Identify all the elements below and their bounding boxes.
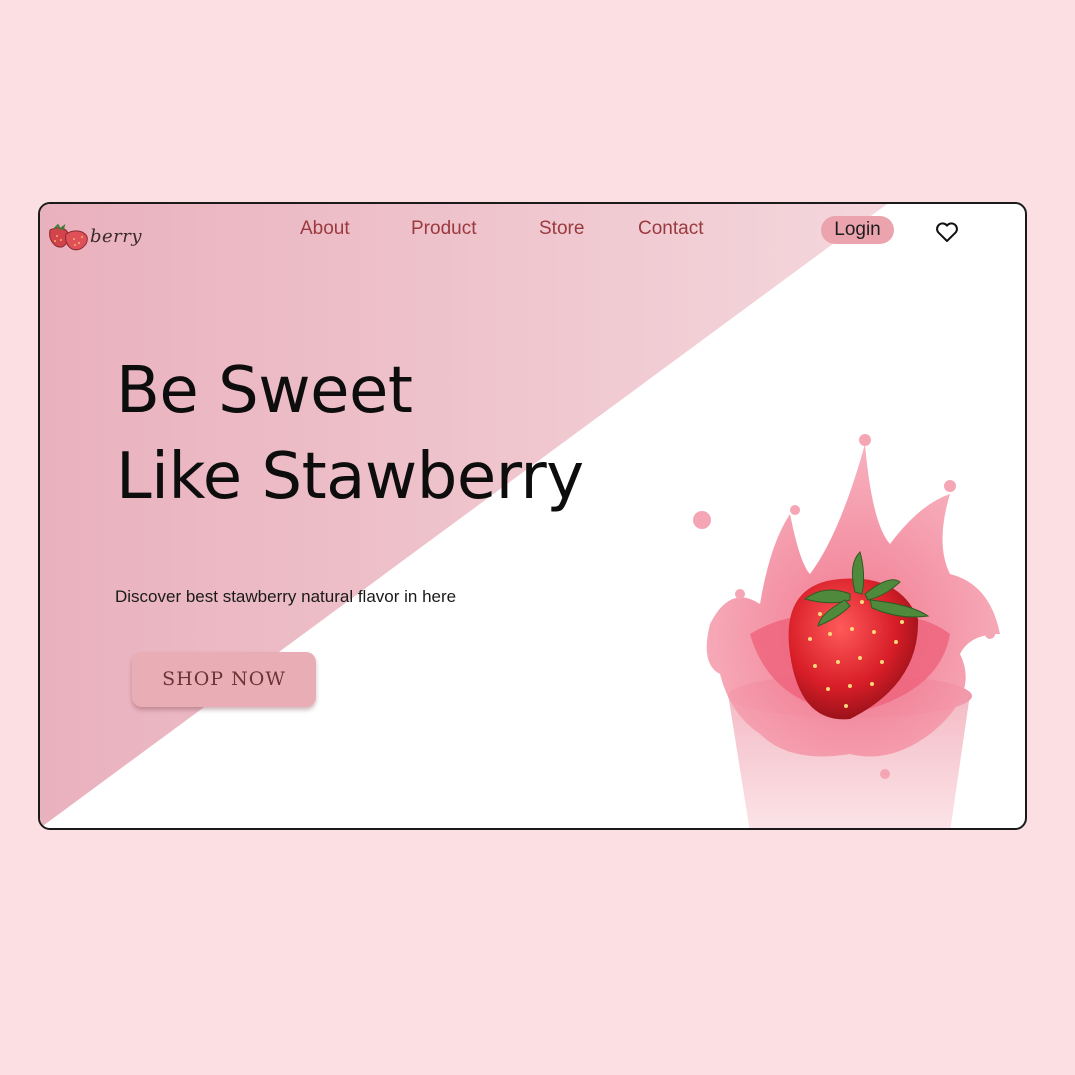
login-button[interactable]: Login — [821, 216, 894, 244]
nav-contact[interactable]: Contact — [638, 218, 703, 240]
hero-title: Be Sweet Like Stawberry — [116, 348, 584, 520]
hero-title-line-2: Like Stawberry — [116, 440, 584, 514]
strawberry-milk-splash-image — [693, 434, 1000, 828]
nav-store[interactable]: Store — [539, 218, 584, 240]
shop-now-button[interactable]: SHOP NOW — [132, 652, 316, 707]
brand-name: berry — [90, 225, 143, 247]
heart-icon[interactable] — [935, 221, 959, 243]
nav-about[interactable]: About — [300, 218, 350, 240]
brand-logo[interactable]: berry — [46, 220, 142, 252]
hero-subtitle: Discover best stawberry natural flavor i… — [115, 587, 457, 606]
landing-page-frame: berry About Product Store Contact Login … — [38, 202, 1027, 830]
nav-product[interactable]: Product — [411, 218, 476, 240]
hero-title-line-1: Be Sweet — [116, 354, 413, 428]
strawberry-icon — [49, 223, 88, 251]
